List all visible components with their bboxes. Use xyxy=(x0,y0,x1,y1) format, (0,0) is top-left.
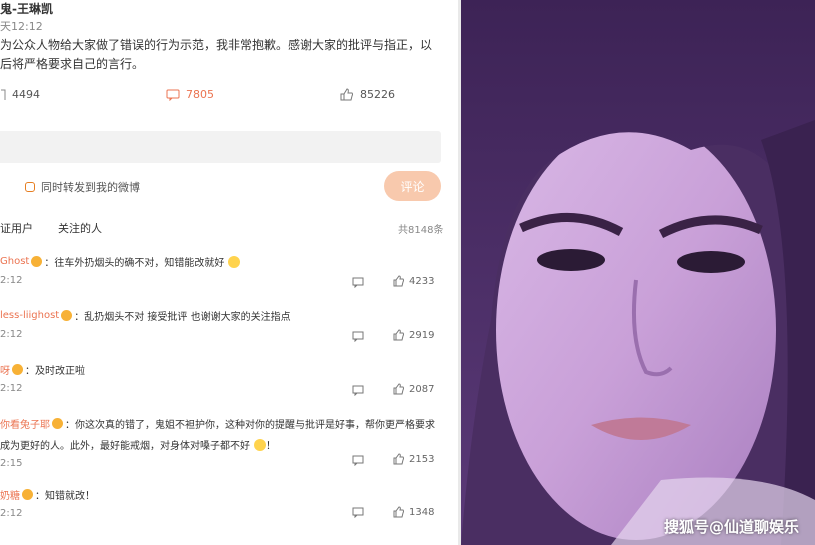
comment-like-button[interactable]: 1348 xyxy=(393,506,434,518)
worried-emoji-icon xyxy=(254,438,266,451)
commenter-name[interactable]: 你看兔子耶 xyxy=(0,416,50,431)
comment-like-button[interactable]: 2919 xyxy=(393,329,434,341)
vip-badge-icon xyxy=(12,364,23,375)
filter-verified[interactable]: 证用户 xyxy=(0,220,33,236)
vip-badge-icon xyxy=(31,256,43,267)
weibo-panel: 鬼-王琳凯 天12:12 为公众人物给大家做了错误的行为示范，我非常抱歉。感谢大… xyxy=(0,0,458,545)
comment-like-button[interactable]: 2087 xyxy=(393,383,434,395)
comment-like-count: 2087 xyxy=(409,383,435,395)
thumbs-up-icon xyxy=(393,329,404,341)
comment-count: 7805 xyxy=(186,88,214,101)
post-text: 为公众人物给大家做了错误的行为示范，我非常抱歉。感谢大家的批评与指正，以后将严格… xyxy=(0,38,433,71)
comment-like-count: 1348 xyxy=(409,506,435,518)
watermark: 搜狐号@仙道聊娱乐 xyxy=(663,518,799,536)
comment-time: 2:12 xyxy=(0,275,23,286)
comment-text: ：知错就改！ xyxy=(35,491,95,502)
forward-option[interactable]: 同时转发到我的微博 xyxy=(25,179,140,195)
thumbs-up-icon xyxy=(393,383,404,395)
comment-item: 奶糖 ：知错就改！ 2:12 1348 xyxy=(0,487,445,519)
repost-button[interactable]: 4494 xyxy=(0,88,40,101)
thumbs-up-icon xyxy=(393,506,404,518)
commenter-name[interactable]: less-liighost xyxy=(0,310,59,321)
comment-text: ：往车外扔烟头的确不对，知错能改就好 xyxy=(44,258,225,269)
comment-like-count: 4233 xyxy=(409,275,435,287)
comment-text-continued: 成为更好的人。此外，最好能戒烟，对身体对嗓子都不好 xyxy=(0,441,250,452)
comment-time: 2:15 xyxy=(0,458,23,469)
comment-icon xyxy=(166,89,180,101)
portrait-photo: 搜狐号@仙道聊娱乐 xyxy=(461,0,815,545)
comment-time: 2:12 xyxy=(0,383,23,394)
comment-text: ：及时改正啦 xyxy=(25,366,85,377)
forward-label: 同时转发到我的微博 xyxy=(41,181,140,194)
comment-item: less-liighost ：乱扔烟头不对 接受批评 也谢谢大家的关注指点 2:1… xyxy=(0,308,445,342)
comment-item: Ghost ：往车外扔烟头的确不对，知错能改就好 2:12 4233 xyxy=(0,254,445,288)
like-button[interactable]: 85226 xyxy=(340,88,395,101)
repost-count: 4494 xyxy=(12,88,40,101)
comment-time: 2:12 xyxy=(0,508,23,519)
comment-text: ：乱扔烟头不对 接受批评 也谢谢大家的关注指点 xyxy=(74,312,291,323)
filter-following[interactable]: 关注的人 xyxy=(58,220,102,236)
vip-badge-icon xyxy=(52,418,63,429)
comment-like-button[interactable]: 2153 xyxy=(393,453,434,465)
comment-like-button[interactable]: 4233 xyxy=(393,275,434,287)
thumbs-up-icon xyxy=(340,88,353,101)
reply-icon[interactable] xyxy=(352,455,364,466)
post-time: 天12:12 xyxy=(0,20,43,33)
vip-badge-icon xyxy=(61,310,73,321)
comment-like-count: 2153 xyxy=(409,453,435,465)
thumbs-up-icon xyxy=(393,275,404,287)
reply-icon[interactable] xyxy=(352,331,364,342)
post-author[interactable]: 鬼-王琳凯 xyxy=(0,0,53,17)
submit-comment-button[interactable]: 评论 xyxy=(384,171,441,201)
commenter-name[interactable]: 奶糖 xyxy=(0,487,20,502)
comment-time: 2:12 xyxy=(0,329,23,340)
smile-emoji-icon xyxy=(228,255,241,268)
comment-input[interactable] xyxy=(0,131,441,163)
reply-icon[interactable] xyxy=(352,507,364,518)
comment-count-button[interactable]: 7805 xyxy=(166,88,214,101)
like-count: 85226 xyxy=(360,88,395,101)
reply-icon[interactable] xyxy=(352,277,364,288)
reply-icon[interactable] xyxy=(352,385,364,396)
vip-badge-icon xyxy=(22,489,33,500)
portrait-illustration xyxy=(461,0,815,545)
comment-item: 呀 ：及时改正啦 2:12 2087 xyxy=(0,362,445,396)
forward-checkbox[interactable] xyxy=(25,182,35,192)
commenter-name[interactable]: Ghost xyxy=(0,256,29,267)
comment-like-count: 2919 xyxy=(409,329,435,341)
comment-text: ：你这次真的错了，鬼姐不袒护你，这种对你的提醒与批评是好事，帮你更严格要求 xyxy=(65,420,435,431)
comment-item: 你看兔子耶 ：你这次真的错了，鬼姐不袒护你，这种对你的提醒与批评是好事，帮你更严格… xyxy=(0,416,445,469)
commenter-name[interactable]: 呀 xyxy=(0,362,10,377)
exclamation: ！ xyxy=(266,441,276,452)
thumbs-up-icon xyxy=(393,453,404,465)
repost-icon xyxy=(1,89,6,100)
comment-total: 共8148条 xyxy=(398,225,444,236)
